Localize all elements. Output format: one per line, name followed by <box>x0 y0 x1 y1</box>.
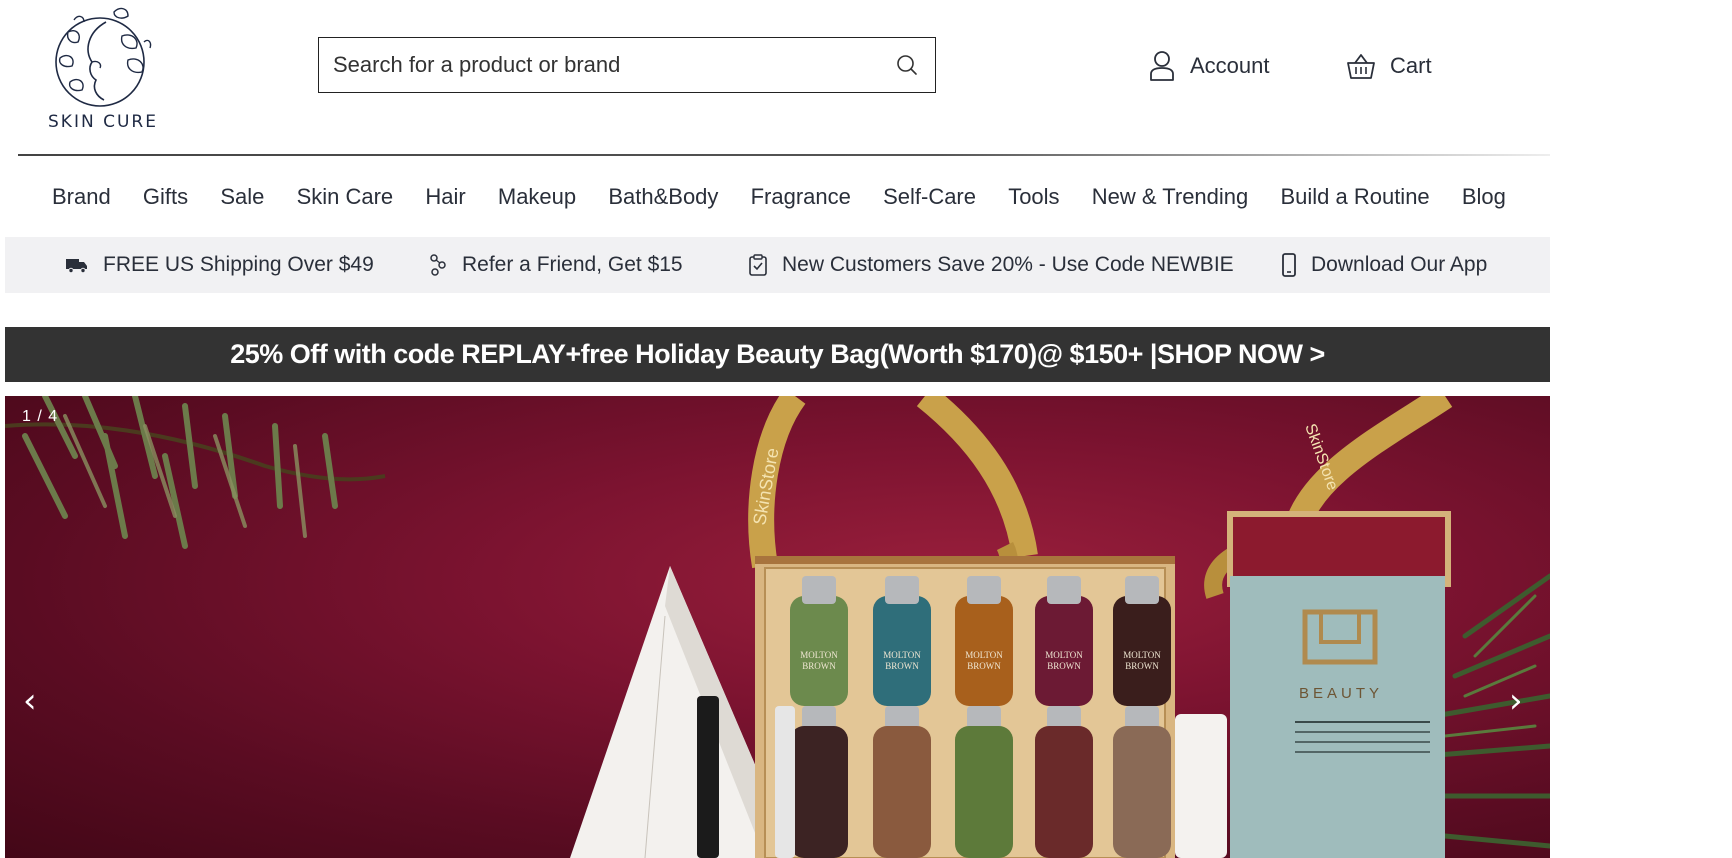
bottle-label: BROWN <box>1125 661 1159 671</box>
nav-item-self-care[interactable]: Self-Care <box>883 184 976 210</box>
logo-face-leaves-icon <box>55 7 152 107</box>
bottle-label: MOLTON <box>965 650 1003 660</box>
skin-cure-logo[interactable]: SKIN CURE <box>48 2 158 138</box>
pine-branch-left <box>5 396 386 549</box>
promo-strip: FREE US Shipping Over $49 Refer a Friend… <box>5 237 1550 293</box>
carousel-next-arrow-icon[interactable]: › <box>1509 681 1523 721</box>
nav-item-hair[interactable]: Hair <box>425 184 465 210</box>
bottle-label: BROWN <box>802 661 836 671</box>
account-link[interactable]: Account <box>1148 48 1270 84</box>
user-icon <box>1150 51 1174 81</box>
truck-icon <box>66 259 87 273</box>
clipboard-check-icon <box>749 254 767 276</box>
logo-text: SKIN CURE <box>48 112 158 132</box>
promo-free-shipping[interactable]: FREE US Shipping Over $49 <box>65 237 374 293</box>
bottle-label: MOLTON <box>1045 650 1083 660</box>
promo-label: Refer a Friend, Get $15 <box>462 253 683 276</box>
promo-label: Download Our App <box>1311 253 1488 276</box>
sale-banner[interactable]: 25% Off with code REPLAY+free Holiday Be… <box>5 327 1550 382</box>
beauty-box-label: BEAUTY <box>1299 685 1383 702</box>
promo-download-app[interactable]: Download Our App <box>1281 237 1487 293</box>
cart-label: Cart <box>1390 53 1432 78</box>
promo-new-customers[interactable]: New Customers Save 20% - Use Code NEWBIE <box>748 237 1234 293</box>
nav-item-skin-care[interactable]: Skin Care <box>297 184 394 210</box>
hero-carousel[interactable]: SkinStore SkinStore MOLTON BROWN MOLTON … <box>5 396 1550 858</box>
nav-item-brand[interactable]: Brand <box>52 184 111 210</box>
hero-image: SkinStore SkinStore MOLTON BROWN MOLTON … <box>5 396 1550 858</box>
nav-item-sale[interactable]: Sale <box>220 184 264 210</box>
promo-label: FREE US Shipping Over $49 <box>103 253 374 276</box>
nav-item-makeup[interactable]: Makeup <box>498 184 576 210</box>
phone-icon <box>1282 253 1296 277</box>
carousel-counter: 1 / 4 <box>22 408 59 425</box>
basket-icon <box>1347 54 1375 79</box>
cart-link[interactable]: Cart <box>1346 48 1432 84</box>
carousel-prev-arrow-icon[interactable]: ‹ <box>23 681 37 721</box>
search-bar <box>318 37 936 93</box>
refer-icon <box>430 254 446 276</box>
header-divider <box>18 154 1550 156</box>
beauty-box: BEAUTY <box>1227 511 1451 858</box>
site-header: SKIN CURE Account Cart <box>0 0 1732 155</box>
promo-refer-friend[interactable]: Refer a Friend, Get $15 <box>428 237 683 293</box>
nav-item-blog[interactable]: Blog <box>1462 184 1506 210</box>
bottle-label: MOLTON <box>883 650 921 660</box>
search-icon <box>897 55 917 75</box>
search-input[interactable] <box>319 38 879 92</box>
bottle-label: BROWN <box>1047 661 1081 671</box>
search-button[interactable] <box>879 38 935 92</box>
bottle-label: BROWN <box>885 661 919 671</box>
nav-item-fragrance[interactable]: Fragrance <box>751 184 851 210</box>
promo-label: New Customers Save 20% - Use Code NEWBIE <box>782 253 1234 276</box>
bottle-label: BROWN <box>967 661 1001 671</box>
sale-banner-text: 25% Off with code REPLAY+free Holiday Be… <box>230 339 1325 369</box>
nav-item-build-a-routine[interactable]: Build a Routine <box>1280 184 1429 210</box>
account-label: Account <box>1190 53 1270 78</box>
main-nav: Brand Gifts Sale Skin Care Hair Makeup B… <box>0 175 1554 219</box>
nav-item-gifts[interactable]: Gifts <box>143 184 188 210</box>
bottle-label: MOLTON <box>800 650 838 660</box>
bottle-label: MOLTON <box>1123 650 1161 660</box>
nav-item-bath-body[interactable]: Bath&Body <box>608 184 718 210</box>
nav-item-tools[interactable]: Tools <box>1008 184 1059 210</box>
nav-item-new-trending[interactable]: New & Trending <box>1092 184 1249 210</box>
